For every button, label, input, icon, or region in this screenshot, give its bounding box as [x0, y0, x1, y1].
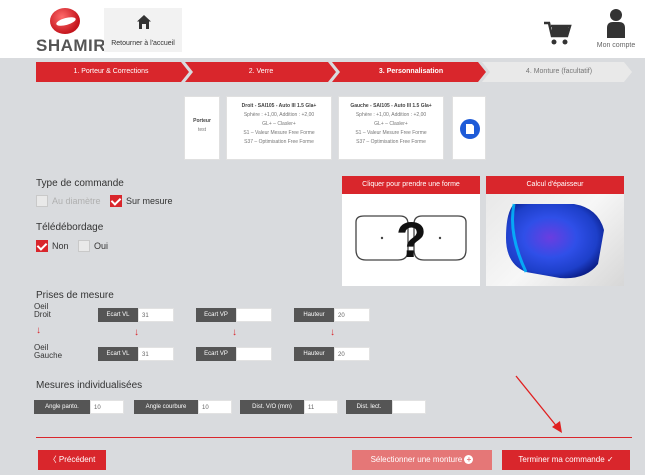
finish-order-button[interactable]: Terminer ma commande ✓	[502, 450, 630, 470]
select-frame-label: Sélectionner une monture	[370, 455, 463, 464]
order-custom-label: Sur mesure	[126, 196, 173, 206]
left-lens-sphere: Sphère : +1,00, Addition : +2,00	[355, 112, 427, 118]
chevron-left-icon: 〈	[48, 455, 59, 464]
thickness-panel-header[interactable]: Calcul d'épaisseur	[486, 176, 624, 194]
left-lens-title: Gauche - SAI105 - Auto III 1.5 Gla+	[350, 103, 432, 109]
shape-panel-header[interactable]: Cliquer pour prendre une forme	[342, 176, 480, 194]
left-lens-s2: S37 – Optimisation Free Forme	[356, 139, 426, 145]
right-lens-s1: S1 – Valeur Mesure Free Forme	[243, 130, 315, 136]
angle-panto-label: Angle panto.	[34, 400, 90, 414]
check-icon: ✓	[606, 455, 614, 464]
left-lens-coating: GL+ – Clasler+	[374, 121, 408, 127]
left-ecart-vp-label: Ecart VP	[196, 347, 236, 361]
lens-summary: Porteur test Droit - SAI105 - Auto III 1…	[0, 96, 645, 160]
wearer-title: Porteur	[193, 118, 211, 124]
edging-yes-label: Oui	[94, 241, 109, 251]
wearer-card: Porteur test	[184, 96, 220, 160]
right-lens-s2: S37 – Optimisation Free Forme	[244, 139, 314, 145]
right-lens-sphere: Sphère : +1,00, Addition : +2,00	[243, 112, 315, 118]
checkbox-box	[78, 239, 90, 252]
step-1-label: 1. Porteur & Corrections	[73, 68, 149, 75]
dist-vo-label: Dist. V/O (mm)	[240, 400, 304, 414]
cart-icon[interactable]	[542, 18, 572, 48]
document-card[interactable]	[452, 96, 486, 160]
left-ecart-vl-label: Ecart VL	[98, 347, 138, 361]
right-ecart-vp-input[interactable]	[236, 308, 272, 322]
account-button[interactable]: Mon compte	[596, 8, 636, 54]
arrow-down-icon: ↓	[134, 327, 139, 338]
left-eye-label: Oeil Gauche	[34, 344, 62, 360]
document-icon	[460, 119, 480, 139]
checkbox-box	[36, 194, 48, 207]
left-lens-s1: S1 – Valeur Mesure Free Forme	[355, 130, 427, 136]
wizard-steps: 1. Porteur & Corrections 2. Verre 3. Per…	[36, 62, 632, 82]
home-icon	[137, 15, 151, 29]
edging-yes-checkbox[interactable]: Oui	[78, 239, 109, 252]
app-header: SHAMIR Retourner à l'accueil Mon compte	[0, 0, 645, 58]
left-lens-card: Gauche - SAI105 - Auto III 1.5 Gla+ Sphè…	[338, 96, 444, 160]
right-lens-coating: GL+ – Clasler+	[262, 121, 296, 127]
wearer-name: test	[197, 127, 207, 133]
account-label: Mon compte	[596, 42, 636, 49]
right-eye-label-2: Droit	[34, 310, 51, 319]
question-mark: ?	[396, 212, 427, 268]
edging-no-checkbox[interactable]: Non	[36, 239, 69, 252]
step-1[interactable]: 1. Porteur & Corrections	[36, 62, 186, 82]
angle-courbure-label: Angle courbure	[134, 400, 198, 414]
left-hauteur-input[interactable]: 20	[334, 347, 370, 361]
shamir-logo-mark	[50, 8, 80, 34]
right-lens-title: Droit - SAI105 - Auto III 1.5 Gla+	[241, 103, 317, 109]
dist-lect-label: Dist. lect.	[346, 400, 392, 414]
individual-title: Mesures individualisées	[36, 380, 143, 391]
home-label: Retourner à l'accueil	[111, 40, 175, 47]
step-4-label: 4. Monture (facultatif)	[525, 68, 593, 75]
angle-panto-input[interactable]: 10	[90, 400, 124, 414]
edging-title: Télédébordage	[36, 222, 104, 233]
step-3-label: 3. Personnalisation	[378, 68, 444, 75]
dist-vo-input[interactable]: 11	[304, 400, 338, 414]
annotation-arrow-icon	[515, 375, 562, 433]
measures-title: Prises de mesure	[36, 290, 114, 301]
previous-button[interactable]: 〈 Précédent	[38, 450, 106, 470]
checkbox-box	[36, 239, 48, 252]
user-icon	[607, 9, 625, 38]
finish-order-label: Terminer ma commande	[518, 455, 605, 464]
right-hauteur-input[interactable]: 20	[334, 308, 370, 322]
step-2-label: 2. Verre	[248, 68, 274, 75]
dist-lect-input[interactable]	[392, 400, 426, 414]
right-ecart-vl-label: Ecart VL	[98, 308, 138, 322]
step-2[interactable]: 2. Verre	[186, 62, 336, 82]
previous-label: Précédent	[58, 455, 96, 464]
lens-thickness-icon	[506, 203, 604, 279]
edging-no-label: Non	[52, 241, 69, 251]
angle-courbure-input[interactable]: 10	[198, 400, 232, 414]
right-eye-label: Oeil Droit	[34, 303, 51, 319]
order-type-title: Type de commande	[36, 178, 124, 189]
plus-circle-icon: +	[464, 455, 474, 465]
order-diameter-checkbox[interactable]: Au diamètre	[36, 194, 101, 207]
right-hauteur-label: Hauteur	[294, 308, 334, 322]
left-ecart-vl-input[interactable]: 31	[138, 347, 174, 361]
arrow-down-icon: ↓	[330, 327, 335, 338]
right-ecart-vp-label: Ecart VP	[196, 308, 236, 322]
frame-shape-button[interactable]: ?	[342, 194, 480, 286]
left-ecart-vp-input[interactable]	[236, 347, 272, 361]
right-lens-card: Droit - SAI105 - Auto III 1.5 Gla+ Sphèr…	[226, 96, 332, 160]
footer-divider	[36, 437, 632, 438]
right-ecart-vl-input[interactable]: 31	[138, 308, 174, 322]
home-button[interactable]: Retourner à l'accueil	[104, 8, 182, 52]
left-hauteur-label: Hauteur	[294, 347, 334, 361]
arrow-down-icon: ↓	[232, 327, 237, 338]
shamir-logo[interactable]: SHAMIR	[36, 8, 106, 58]
step-4[interactable]: 4. Monture (facultatif)	[486, 62, 632, 82]
select-frame-button[interactable]: Sélectionner une monture +	[352, 450, 492, 470]
step-3[interactable]: 3. Personnalisation	[336, 62, 486, 82]
arrow-down-icon: ↓	[36, 325, 41, 336]
order-custom-checkbox[interactable]: Sur mesure	[110, 194, 173, 207]
thickness-preview[interactable]	[486, 194, 624, 286]
order-diameter-label: Au diamètre	[52, 196, 101, 206]
logo-text: SHAMIR	[36, 36, 107, 55]
left-eye-label-2: Gauche	[34, 351, 63, 360]
checkbox-box	[110, 194, 122, 207]
